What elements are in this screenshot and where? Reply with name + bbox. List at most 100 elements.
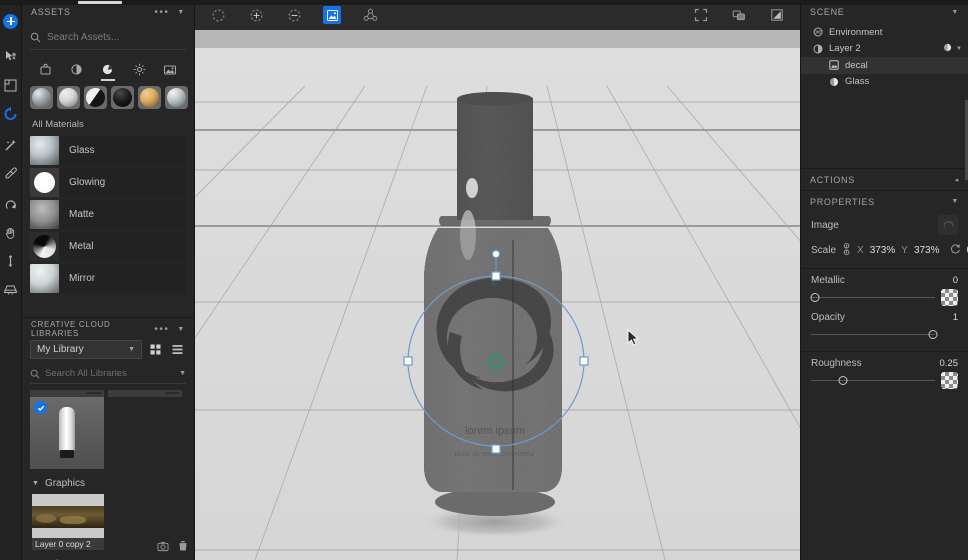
horizon-tool[interactable] <box>0 276 22 302</box>
opacity-slider-knob[interactable] <box>928 330 938 339</box>
metallic-slider[interactable] <box>810 293 935 302</box>
assets-search-input[interactable] <box>47 32 186 43</box>
chevron-down-icon[interactable]: ▼ <box>956 46 962 52</box>
material-item-matte[interactable]: Matte <box>30 200 186 229</box>
material-item-mirror[interactable]: Mirror <box>30 264 186 293</box>
material-item-metal[interactable]: Metal <box>30 232 186 261</box>
opacity-header: Opacity 1 <box>811 312 958 323</box>
orbit-tool[interactable] <box>0 192 22 218</box>
capture-button[interactable] <box>157 539 169 557</box>
list-view-button[interactable] <box>169 341 186 358</box>
add-object-button[interactable] <box>0 8 22 34</box>
group-button[interactable] <box>361 6 379 24</box>
delete-button[interactable] <box>178 539 188 557</box>
material-item-glass[interactable]: Glass <box>30 136 186 165</box>
library-item-tube[interactable] <box>30 390 104 469</box>
place-decal-button[interactable] <box>323 6 341 24</box>
eyedropper-tool[interactable] <box>0 160 22 186</box>
scene-row-layer-2[interactable]: Layer 2 ▼ <box>801 41 968 58</box>
tab-models[interactable] <box>66 58 88 80</box>
assets-panel-more-button[interactable]: ••• <box>154 7 169 18</box>
library-item-empty[interactable] <box>108 390 182 469</box>
swatch-gold[interactable] <box>138 86 161 109</box>
actions-panel-header: ACTIONS ◂ <box>801 168 968 190</box>
app-root: ASSETS ••• ▼ Search Assets... All Materi… <box>0 0 968 560</box>
assets-panel-collapse-icon[interactable]: ▼ <box>177 9 185 16</box>
metallic-value[interactable]: 0 <box>953 275 958 286</box>
scene-panel-title: SCENE <box>810 7 845 17</box>
scene-tree: Environment Layer 2 ▼ decal Glass <box>801 24 968 90</box>
frame-icon <box>4 79 17 91</box>
tab-environments[interactable] <box>159 58 181 80</box>
metallic-texture-chip[interactable] <box>941 289 958 306</box>
viewport-scene: lorem ipsum dolor sit amet consectetur <box>195 30 800 560</box>
frame-tool[interactable] <box>0 72 22 98</box>
scene-row-glass[interactable]: Glass <box>801 74 968 91</box>
libraries-search-input[interactable] <box>45 368 180 379</box>
tab-starter-assets[interactable] <box>35 58 57 80</box>
zoom-out-button[interactable] <box>285 6 303 24</box>
roughness-value[interactable]: 0.25 <box>940 358 959 369</box>
scene-row-decal[interactable]: decal <box>801 57 968 74</box>
roughness-slider-row <box>811 372 958 389</box>
model-icon <box>811 44 824 54</box>
section-graphics[interactable]: ▼ Graphics <box>22 473 194 494</box>
tab-materials[interactable] <box>97 58 119 81</box>
left-toolbar <box>0 0 22 560</box>
active-document-tab[interactable] <box>78 1 122 4</box>
material-item-glowing[interactable]: Glowing <box>30 168 186 197</box>
opacity-slider[interactable] <box>811 330 938 339</box>
scene-row-label: Layer 2 <box>829 43 861 55</box>
fullscreen-button[interactable] <box>692 6 710 24</box>
roughness-slider-knob[interactable] <box>838 376 848 385</box>
plus-circle-dashed-icon <box>250 9 262 21</box>
opacity-slider-row <box>811 326 958 343</box>
camera-bookmark-button[interactable] <box>768 6 786 24</box>
opacity-label: Opacity <box>811 312 845 323</box>
swatch-glass[interactable] <box>30 86 53 109</box>
chevron-down-icon: ▼ <box>128 346 135 353</box>
libraries-collapse-icon[interactable]: ▼ <box>177 326 185 333</box>
grid-view-button[interactable] <box>147 341 164 358</box>
roughness-texture-chip[interactable] <box>941 372 958 389</box>
link-icon[interactable] <box>842 242 851 258</box>
select-move-tool[interactable] <box>0 44 22 70</box>
3d-viewport[interactable]: lorem ipsum dolor sit amet consectetur <box>195 30 800 560</box>
library-dropdown[interactable]: My Library ▼ <box>30 340 142 359</box>
move-select-icon <box>5 51 16 61</box>
libraries-search-row[interactable]: ▼ <box>30 364 186 384</box>
properties-panel-collapse-icon[interactable]: ▼ <box>951 198 959 205</box>
pan-tool[interactable] <box>0 220 22 246</box>
libraries-filter-icon[interactable]: ▼ <box>179 370 186 377</box>
list-view-icon <box>172 345 183 354</box>
dashed-circle-icon <box>212 9 224 21</box>
decal-thumbnail[interactable] <box>938 215 958 235</box>
libraries-more-button[interactable]: ••• <box>154 324 169 335</box>
scene-panel-collapse-icon[interactable]: ▼ <box>951 9 959 16</box>
actions-panel-collapse-icon[interactable]: ◂ <box>955 176 959 184</box>
material-thumbnail <box>30 264 59 293</box>
swatch-dark[interactable] <box>111 86 134 109</box>
libraries-footer <box>157 539 188 557</box>
swatch-half[interactable] <box>84 86 107 109</box>
opacity-value[interactable]: 1 <box>953 312 958 323</box>
magic-wand-tool[interactable] <box>0 132 22 158</box>
render-preview-button[interactable] <box>209 6 227 24</box>
property-scale-row: Scale X 373% Y 373% 0 <box>801 238 968 262</box>
assets-search-row[interactable] <box>30 26 186 50</box>
scale-x-value[interactable]: 373% <box>870 245 896 256</box>
scene-row-environment[interactable]: Environment <box>801 24 968 41</box>
tab-lights[interactable] <box>128 58 150 80</box>
rotate-tool[interactable] <box>0 100 22 126</box>
swatch-chrome[interactable] <box>165 86 188 109</box>
material-icon[interactable] <box>943 43 952 55</box>
roughness-slider[interactable] <box>811 376 935 385</box>
scale-y-value[interactable]: 373% <box>914 245 940 256</box>
render-quality-button[interactable] <box>730 6 748 24</box>
material-label: Mirror <box>69 273 96 284</box>
zoom-in-button[interactable] <box>247 6 265 24</box>
metallic-slider-knob[interactable] <box>810 293 820 302</box>
render-icon <box>732 10 745 21</box>
dolly-tool[interactable] <box>0 248 22 274</box>
swatch-plain[interactable] <box>57 86 80 109</box>
